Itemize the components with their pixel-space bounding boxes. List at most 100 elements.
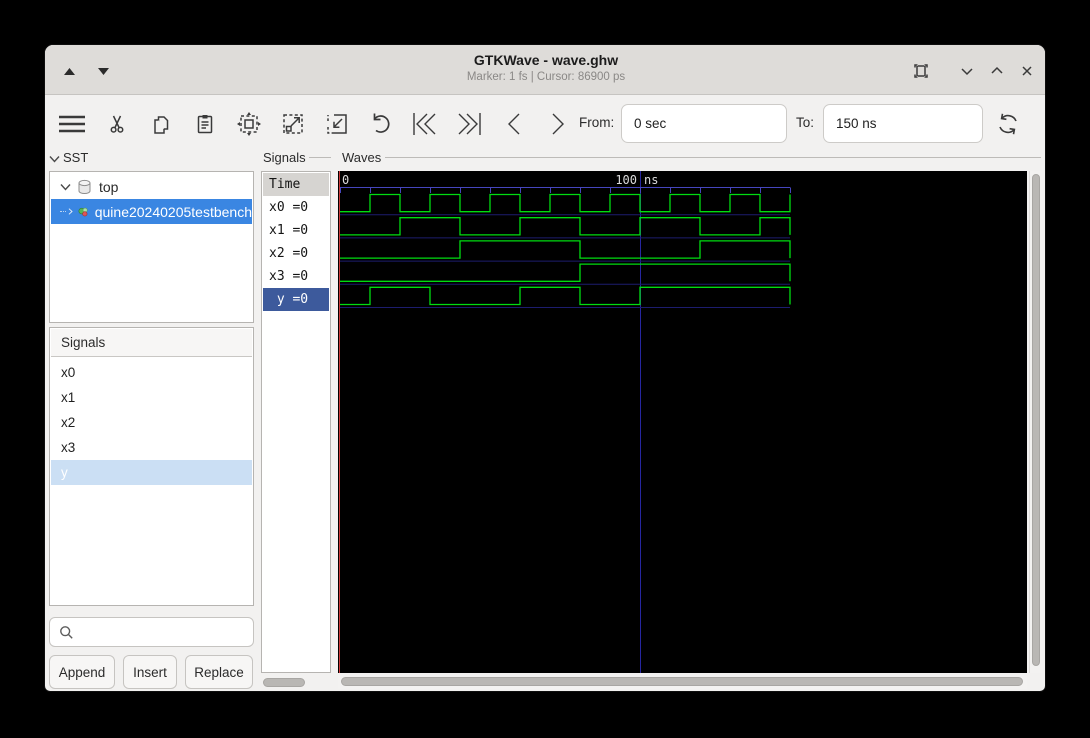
append-label: Append <box>58 664 106 680</box>
titlebar[interactable]: GTKWave - wave.ghw Marker: 1 fs | Cursor… <box>45 45 1045 95</box>
name-row-y[interactable]: y =0 <box>263 288 329 311</box>
tree-item-top[interactable]: top <box>51 174 252 199</box>
name-row-x2[interactable]: x2 =0 <box>263 242 329 265</box>
waves-hscrollbar-track[interactable] <box>338 675 1027 689</box>
from-label: From: <box>579 115 615 130</box>
copy-button[interactable] <box>143 106 179 142</box>
signal-list-item-x1[interactable]: x1 <box>51 385 252 410</box>
time-header[interactable]: Time <box>263 173 329 196</box>
zoom-out-icon <box>327 114 347 134</box>
gtkwave-window: GTKWave - wave.ghw Marker: 1 fs | Cursor… <box>44 44 1046 692</box>
name-row-x3[interactable]: x3 =0 <box>263 265 329 288</box>
reload-icon <box>999 113 1017 135</box>
name-value: y =0 <box>269 292 309 307</box>
tree-item-testbench[interactable]: quine20240205testbench <box>51 199 252 224</box>
close-button[interactable] <box>1016 60 1038 82</box>
signal-list-item-y[interactable]: y <box>51 460 252 485</box>
search-icon <box>60 625 73 639</box>
signal-list-item-x2[interactable]: x2 <box>51 410 252 435</box>
skip-to-end-icon <box>458 113 481 135</box>
roll-up-button[interactable] <box>986 60 1008 82</box>
to-label: To: <box>796 115 815 130</box>
chevron-right-icon <box>552 113 564 135</box>
signal-list-item-x0[interactable]: x0 <box>51 360 252 385</box>
name-value: x1 =0 <box>269 223 309 238</box>
reload-button[interactable] <box>990 106 1026 142</box>
step-left-button[interactable] <box>496 106 532 142</box>
paste-button[interactable] <box>187 106 223 142</box>
cut-button[interactable] <box>99 106 135 142</box>
signal-list-header: Signals <box>51 329 252 357</box>
zoom-in-icon <box>283 114 303 134</box>
tree-branch-line <box>60 211 67 212</box>
undo-button[interactable] <box>363 106 399 142</box>
close-icon <box>1022 66 1032 76</box>
zoom-fit-button[interactable] <box>231 106 267 142</box>
skip-to-end-button[interactable] <box>451 106 487 142</box>
title-block: GTKWave - wave.ghw Marker: 1 fs | Cursor… <box>45 50 1045 85</box>
hierarchy-top-icon <box>78 179 91 194</box>
waves-vscrollbar-track[interactable] <box>1029 171 1042 673</box>
names-frame-label: Signals <box>263 150 306 165</box>
zoom-in-button[interactable] <box>275 106 311 142</box>
paste-icon <box>197 115 213 134</box>
signal-label: x2 <box>61 415 76 430</box>
from-input[interactable] <box>621 104 787 143</box>
zoom-out-button[interactable] <box>319 106 355 142</box>
signal-label: x3 <box>61 440 76 455</box>
signal-list-panel: Signals x0 x1 x2 x3 y <box>49 327 254 606</box>
name-value: x2 =0 <box>269 246 309 261</box>
toolbar: From: To: <box>45 96 1045 149</box>
svg-text:ns: ns <box>644 173 658 187</box>
marker-cursor-status: Marker: 1 fs | Cursor: 86900 ps <box>466 71 626 83</box>
chevron-left-icon <box>508 113 520 135</box>
name-value: x3 =0 <box>269 269 309 284</box>
tree-item-label: quine20240205testbench <box>94 203 252 220</box>
append-button[interactable]: Append <box>49 655 115 689</box>
svg-text:0: 0 <box>342 173 349 187</box>
name-value: x0 =0 <box>269 200 309 215</box>
copy-icon <box>154 116 169 134</box>
time-label: Time <box>269 177 301 192</box>
frame-toggle-button[interactable] <box>910 60 932 82</box>
tree-item-label: top <box>99 178 119 195</box>
wave-canvas[interactable]: 0 100 ns <box>338 171 1027 673</box>
roll-down-button[interactable] <box>956 60 978 82</box>
undo-icon <box>373 113 390 133</box>
signal-label: x0 <box>61 365 76 380</box>
insert-button[interactable]: Insert <box>123 655 177 689</box>
waves-hscrollbar-thumb[interactable] <box>341 677 1023 686</box>
signal-list-item-x3[interactable]: x3 <box>51 435 252 460</box>
sst-tree-panel: top quine20240205testbench <box>49 171 254 323</box>
menu-button[interactable] <box>54 106 90 142</box>
replace-button[interactable]: Replace <box>185 655 253 689</box>
name-column-panel: Time x0 =0 x1 =0 x2 =0 x3 =0 y =0 <box>261 171 331 673</box>
step-right-button[interactable] <box>540 106 576 142</box>
skip-to-start-icon <box>413 113 436 135</box>
waves-vscrollbar-thumb[interactable] <box>1032 174 1040 666</box>
window-title: GTKWave - wave.ghw <box>473 52 619 68</box>
name-row-x1[interactable]: x1 =0 <box>263 219 329 242</box>
signal-label: y <box>61 465 68 480</box>
menu-icon <box>59 115 85 133</box>
names-hscrollbar-thumb[interactable] <box>263 678 305 687</box>
name-row-x0[interactable]: x0 =0 <box>263 196 329 219</box>
insert-label: Insert <box>133 664 167 680</box>
to-input[interactable] <box>823 104 983 143</box>
names-frame-line <box>309 157 331 158</box>
signal-label: x1 <box>61 390 76 405</box>
chevron-up-icon <box>991 66 1003 74</box>
cut-icon <box>110 115 124 133</box>
sst-collapse-icon[interactable] <box>49 155 60 163</box>
sst-header: SST <box>63 150 89 165</box>
signal-search-input[interactable] <box>49 617 254 647</box>
skip-to-start-button[interactable] <box>407 106 443 142</box>
replace-label: Replace <box>194 664 244 680</box>
expander-right-icon <box>68 208 73 215</box>
frame-icon <box>912 62 930 80</box>
waves-frame-line <box>385 157 1041 158</box>
expander-down-icon <box>60 183 71 191</box>
svg-text:100: 100 <box>615 173 637 187</box>
waves-frame-label: Waves <box>342 150 382 165</box>
chevron-down-icon <box>961 68 973 76</box>
